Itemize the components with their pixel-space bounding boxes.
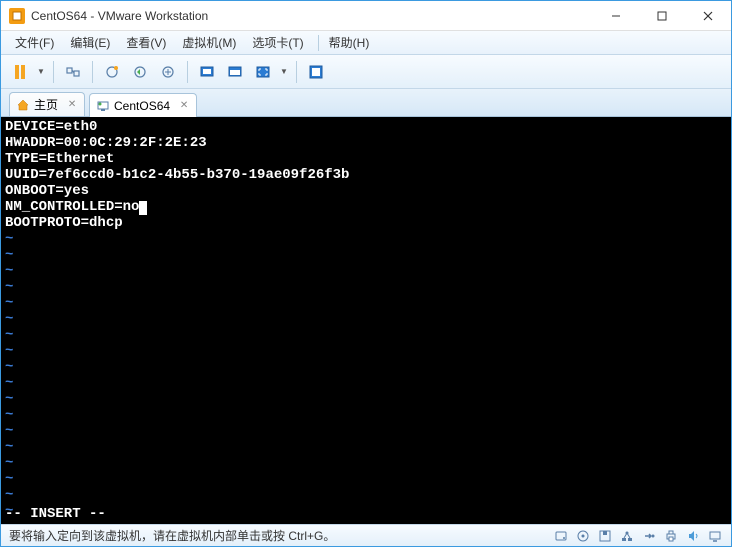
display-icon[interactable] bbox=[707, 528, 723, 544]
terminal[interactable]: DEVICE=eth0 HWADDR=00:0C:29:2F:2E:23 TYP… bbox=[1, 117, 731, 524]
vim-tilde: ~ bbox=[5, 423, 727, 439]
fullscreen-icon bbox=[255, 64, 271, 80]
manage-snapshot-icon bbox=[160, 64, 176, 80]
printer-icon[interactable] bbox=[663, 528, 679, 544]
toolbar-separator bbox=[187, 61, 188, 83]
vim-tilde: ~ bbox=[5, 359, 727, 375]
fit-guest-icon bbox=[199, 64, 215, 80]
devices-button[interactable] bbox=[60, 59, 86, 85]
unity-button[interactable] bbox=[303, 59, 329, 85]
tab-home[interactable]: 主页 ✕ bbox=[9, 92, 85, 116]
menu-help[interactable]: 帮助(H) bbox=[323, 32, 376, 53]
network-icon[interactable] bbox=[619, 528, 635, 544]
terminal-line: UUID=7ef6ccd0-b1c2-4b55-b370-19ae09f26f3… bbox=[5, 167, 727, 183]
vim-tilde: ~ bbox=[5, 503, 727, 519]
revert-button[interactable] bbox=[127, 59, 153, 85]
disk-icon[interactable] bbox=[553, 528, 569, 544]
cursor bbox=[139, 201, 147, 215]
close-button[interactable] bbox=[685, 1, 731, 30]
window-title: CentOS64 - VMware Workstation bbox=[31, 9, 593, 23]
tab-vm-close[interactable]: ✕ bbox=[178, 100, 190, 112]
terminal-line: NM_CONTROLLED=no bbox=[5, 199, 727, 215]
vim-tilde: ~ bbox=[5, 279, 727, 295]
tab-vm[interactable]: CentOS64 ✕ bbox=[89, 93, 197, 117]
fit-guest-button[interactable] bbox=[194, 59, 220, 85]
terminal-line: TYPE=Ethernet bbox=[5, 151, 727, 167]
pause-dropdown[interactable]: ▼ bbox=[35, 59, 47, 85]
menu-separator bbox=[318, 35, 319, 51]
tab-home-close[interactable]: ✕ bbox=[66, 99, 78, 111]
vim-tilde: ~ bbox=[5, 375, 727, 391]
pause-button[interactable] bbox=[7, 59, 33, 85]
devices-icon bbox=[65, 64, 81, 80]
vim-tilde: ~ bbox=[5, 391, 727, 407]
toolbar-separator bbox=[53, 61, 54, 83]
vim-tilde: ~ bbox=[5, 407, 727, 423]
fit-window-button[interactable] bbox=[222, 59, 248, 85]
snapshot-icon bbox=[104, 64, 120, 80]
vim-tilde: ~ bbox=[5, 263, 727, 279]
manage-snapshot-button[interactable] bbox=[155, 59, 181, 85]
statusbar-text: 要将输入定向到该虚拟机，请在虚拟机内部单击或按 Ctrl+G。 bbox=[9, 527, 553, 544]
vim-tilde: ~ bbox=[5, 471, 727, 487]
vim-tilde: ~ bbox=[5, 295, 727, 311]
toolbar: ▼ ▼ bbox=[1, 55, 731, 89]
tabbar: 主页 ✕ CentOS64 ✕ bbox=[1, 89, 731, 117]
statusbar-icons bbox=[553, 528, 723, 544]
vim-tilde: ~ bbox=[5, 487, 727, 503]
vim-tilde: ~ bbox=[5, 311, 727, 327]
vim-tilde: ~ bbox=[5, 327, 727, 343]
fit-window-icon bbox=[227, 64, 243, 80]
home-icon bbox=[16, 98, 30, 112]
menu-edit[interactable]: 编辑(E) bbox=[64, 32, 116, 53]
floppy-icon[interactable] bbox=[597, 528, 613, 544]
fullscreen-dropdown[interactable]: ▼ bbox=[278, 59, 290, 85]
unity-icon bbox=[308, 64, 324, 80]
toolbar-separator bbox=[92, 61, 93, 83]
app-icon bbox=[9, 8, 25, 24]
menu-vm[interactable]: 虚拟机(M) bbox=[176, 32, 242, 53]
tab-home-label: 主页 bbox=[34, 96, 58, 113]
vim-tilde: ~ bbox=[5, 343, 727, 359]
terminal-line: HWADDR=00:0C:29:2F:2E:23 bbox=[5, 135, 727, 151]
maximize-button[interactable] bbox=[639, 1, 685, 30]
minimize-button[interactable] bbox=[593, 1, 639, 30]
menubar: 文件(F) 编辑(E) 查看(V) 虚拟机(M) 选项卡(T) 帮助(H) bbox=[1, 31, 731, 55]
terminal-line: BOOTPROTO=dhcp bbox=[5, 215, 727, 231]
terminal-line: DEVICE=eth0 bbox=[5, 119, 727, 135]
vim-tilde: ~ bbox=[5, 455, 727, 471]
cd-icon[interactable] bbox=[575, 528, 591, 544]
sound-icon[interactable] bbox=[685, 528, 701, 544]
menu-view[interactable]: 查看(V) bbox=[120, 32, 172, 53]
menu-file[interactable]: 文件(F) bbox=[9, 32, 60, 53]
vim-tilde: ~ bbox=[5, 231, 727, 247]
vm-icon bbox=[96, 99, 110, 113]
usb-icon[interactable] bbox=[641, 528, 657, 544]
titlebar: CentOS64 - VMware Workstation bbox=[1, 1, 731, 31]
revert-icon bbox=[132, 64, 148, 80]
vim-tilde: ~ bbox=[5, 439, 727, 455]
tab-vm-label: CentOS64 bbox=[114, 99, 170, 113]
terminal-line: ONBOOT=yes bbox=[5, 183, 727, 199]
vim-tilde: ~ bbox=[5, 247, 727, 263]
toolbar-separator bbox=[296, 61, 297, 83]
vim-mode-status: -- INSERT -- bbox=[5, 506, 106, 522]
menu-tabs[interactable]: 选项卡(T) bbox=[246, 32, 309, 53]
fullscreen-button[interactable] bbox=[250, 59, 276, 85]
snapshot-button[interactable] bbox=[99, 59, 125, 85]
window-controls bbox=[593, 1, 731, 30]
statusbar: 要将输入定向到该虚拟机，请在虚拟机内部单击或按 Ctrl+G。 bbox=[1, 524, 731, 546]
